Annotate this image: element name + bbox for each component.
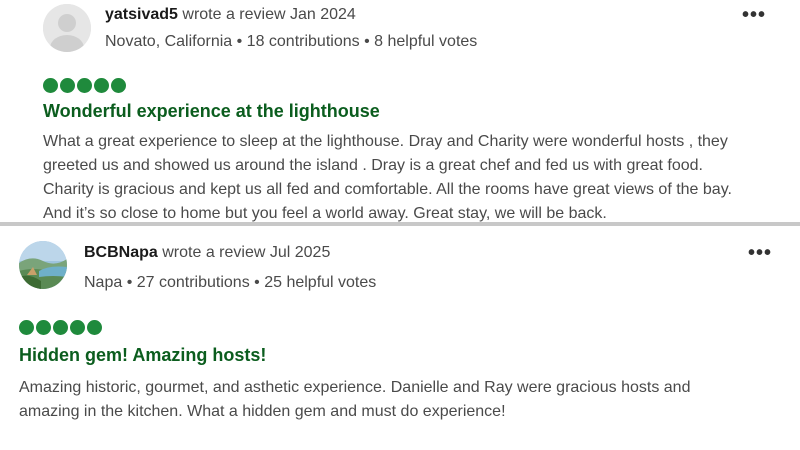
review-body-line: What a great experience to sleep at the … <box>43 133 728 150</box>
landscape-avatar <box>19 241 67 289</box>
review-title[interactable]: Hidden gem! Amazing hosts! <box>19 345 266 366</box>
review-separator <box>0 222 800 226</box>
rating-bubble <box>70 320 85 335</box>
review-body-line: Amazing historic, gourmet, and asthetic … <box>19 379 691 396</box>
rating-bubble <box>77 78 92 93</box>
review-body-line: Charity is gracious and kept us all fed … <box>43 181 732 198</box>
rating-bubble <box>87 320 102 335</box>
review-title[interactable]: Wonderful experience at the lighthouse <box>43 101 380 122</box>
review-date: wrote a review Jul 2025 <box>162 244 331 261</box>
review-header: yatsivad5 wrote a review Jan 2024 <box>105 6 356 24</box>
user-meta: Novato, California • 18 contributions • … <box>105 33 478 50</box>
rating-bubble <box>43 78 58 93</box>
user-meta: Napa • 27 contributions • 25 helpful vot… <box>84 274 377 291</box>
more-options-icon[interactable]: ••• <box>742 5 766 25</box>
more-options-icon[interactable]: ••• <box>748 243 772 263</box>
review-body: What a great experience to sleep at the … <box>43 130 783 226</box>
review-body: Amazing historic, gourmet, and asthetic … <box>19 376 779 424</box>
review-body-line: amazing in the kitchen. What a hidden ge… <box>19 403 506 420</box>
rating-bubbles <box>43 78 126 93</box>
rating-bubble <box>19 320 34 335</box>
username-link[interactable]: yatsivad5 <box>105 6 178 23</box>
rating-bubbles <box>19 320 102 335</box>
rating-bubble <box>36 320 51 335</box>
rating-bubble <box>94 78 109 93</box>
user-silhouette-icon <box>43 4 91 52</box>
user-avatar[interactable] <box>19 241 67 289</box>
user-avatar[interactable] <box>43 4 91 52</box>
username-link[interactable]: BCBNapa <box>84 244 158 261</box>
rating-bubble <box>111 78 126 93</box>
review-body-line: greeted us and showed us around the isla… <box>43 157 703 174</box>
rating-bubble <box>60 78 75 93</box>
review-header: BCBNapa wrote a review Jul 2025 <box>84 244 330 262</box>
review-card: yatsivad5 wrote a review Jan 2024 Novato… <box>0 0 800 222</box>
rating-bubble <box>53 320 68 335</box>
review-date: wrote a review Jan 2024 <box>182 6 356 23</box>
